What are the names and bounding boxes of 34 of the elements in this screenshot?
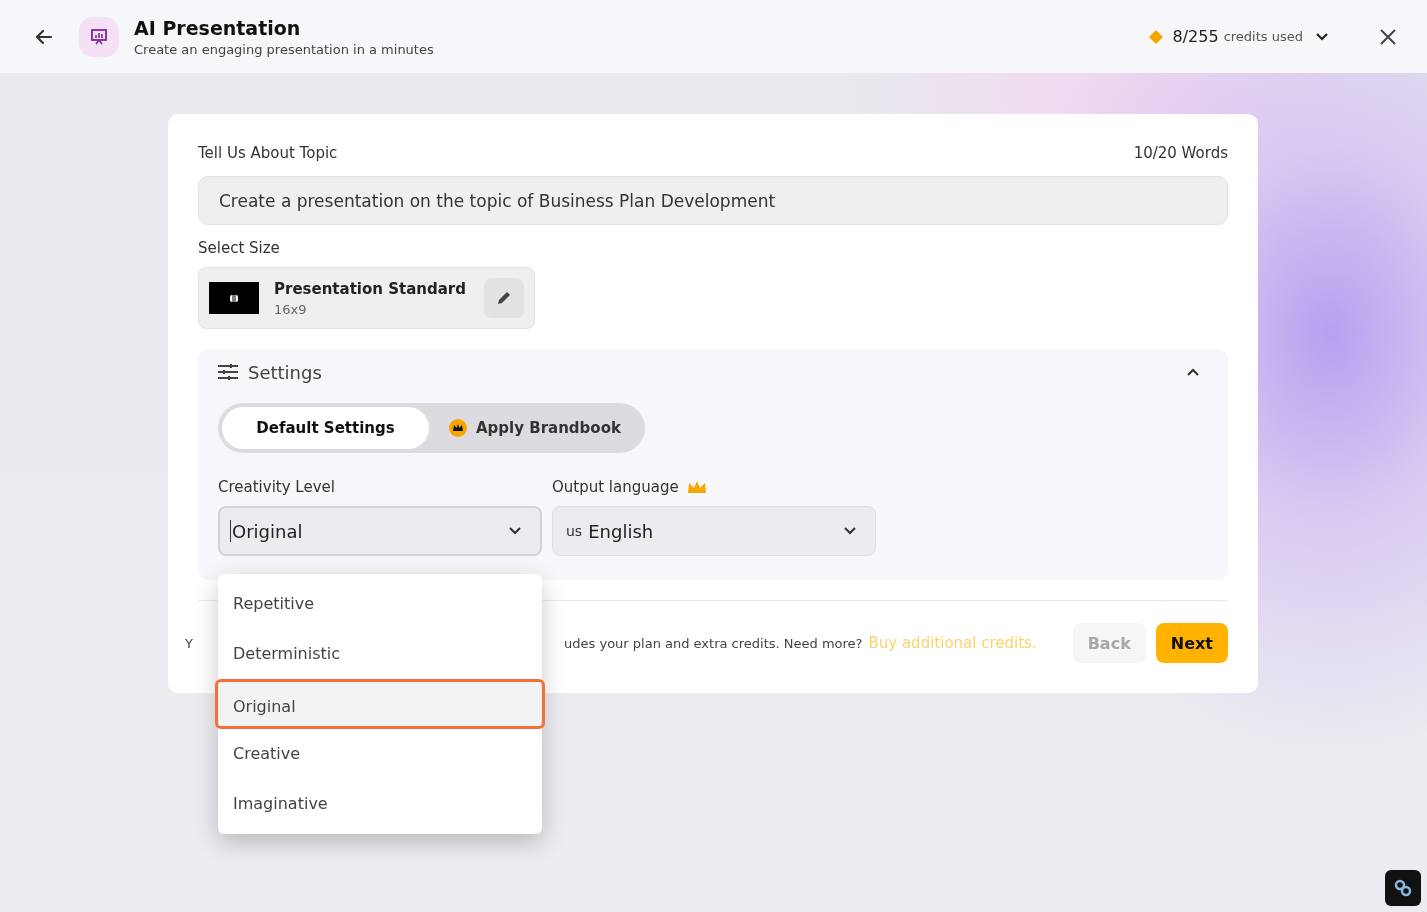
- topic-input-field[interactable]: Create a presentation on the topic of Business Plan Development: [198, 176, 1228, 225]
- creativity-label: Creativity Level: [218, 478, 336, 496]
- presentation-board-icon: [79, 16, 119, 57]
- topic-label: Tell Us About Topic: [198, 144, 338, 162]
- sliders-icon: [218, 364, 238, 380]
- size-ratio: 16x9: [274, 301, 308, 317]
- settings-title: Settings: [248, 361, 322, 383]
- credits-label: credits used: [1223, 29, 1303, 44]
- page-subtitle: Create an engaging presentation in a minutes: [134, 41, 434, 57]
- dropdown-option[interactable]: Imaginative: [218, 779, 542, 829]
- credits-count: 8/255: [1172, 27, 1219, 46]
- creativity-select[interactable]: Original: [218, 506, 542, 556]
- mode-tab[interactable]: Default Settings: [222, 407, 429, 449]
- pencil-icon: [495, 289, 513, 307]
- credits-note: udes your plan and extra credits. Need more?: [564, 635, 863, 651]
- language-label: Output language: [552, 478, 679, 496]
- close-icon[interactable]: [1379, 27, 1397, 46]
- dropdown-option[interactable]: Original: [215, 679, 545, 729]
- size-selector[interactable]: Presentation Standard 16x9: [198, 267, 535, 329]
- size-label: Select Size: [198, 239, 281, 257]
- dropdown-option[interactable]: Repetitive: [218, 579, 542, 629]
- slide-thumbnail-icon: [209, 282, 259, 314]
- language-select[interactable]: us English: [552, 506, 876, 556]
- diamond-icon: [1148, 29, 1163, 44]
- link-icon[interactable]: [1385, 870, 1421, 906]
- dropdown-option[interactable]: Deterministic: [218, 629, 542, 679]
- page-title: AI Presentation: [134, 16, 302, 39]
- mode-tab[interactable]: Apply Brandbook: [429, 407, 641, 449]
- edit-button[interactable]: [484, 278, 524, 318]
- credits-note: Y: [185, 635, 193, 651]
- size-name: Presentation Standard: [274, 279, 467, 298]
- next-button[interactable]: Next: [1155, 623, 1228, 663]
- word-count: 10/20 Words: [1133, 144, 1228, 162]
- dropdown-option[interactable]: Creative: [218, 729, 542, 779]
